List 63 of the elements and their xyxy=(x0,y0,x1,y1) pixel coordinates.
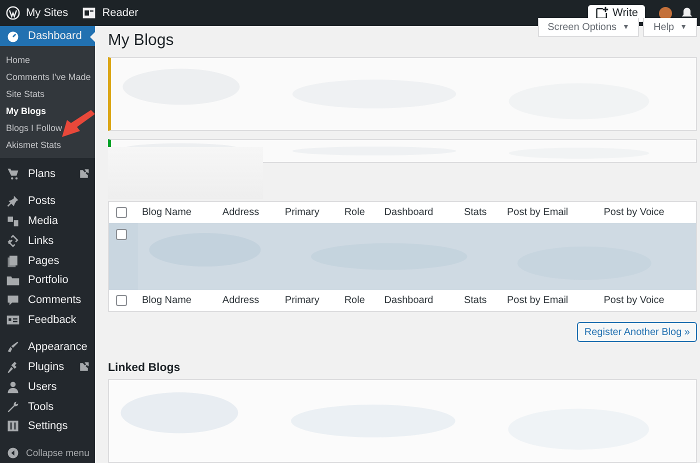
menu-icon xyxy=(6,340,20,354)
menu-icon xyxy=(6,380,20,394)
menu-item[interactable]: Users xyxy=(0,376,95,397)
select-all-checkbox[interactable] xyxy=(116,207,127,218)
column-header[interactable]: Blog Name xyxy=(138,290,218,312)
column-header[interactable]: Stats xyxy=(460,202,504,223)
menu-item[interactable]: Pages xyxy=(0,250,95,270)
menu-item[interactable]: Media xyxy=(0,210,95,231)
plus-square-icon xyxy=(594,6,609,20)
menu-icon xyxy=(6,419,20,434)
column-header[interactable]: Stats xyxy=(460,290,504,312)
wordpress-logo-icon xyxy=(6,6,20,20)
menu-item[interactable]: Comments xyxy=(0,290,95,310)
submenu-item[interactable]: My Blogs xyxy=(0,102,48,120)
menu-item[interactable]: Links xyxy=(0,230,95,251)
menu-icon xyxy=(6,234,20,248)
annotation-arrow xyxy=(60,110,96,138)
menu-item[interactable]: Plans xyxy=(0,164,95,184)
column-header[interactable]: Primary xyxy=(280,202,340,223)
menu-icon xyxy=(6,167,20,182)
menu-icon xyxy=(6,194,20,208)
menu-item[interactable]: Posts xyxy=(0,190,95,211)
column-header[interactable]: Post by Email xyxy=(503,290,600,312)
menu-icon xyxy=(6,313,20,328)
menu-icon xyxy=(6,214,20,228)
menu-icon xyxy=(6,254,20,268)
toolbar-link[interactable]: My Sites xyxy=(6,6,68,20)
submenu-item[interactable]: Home xyxy=(0,51,32,68)
menu-item[interactable]: Plugins xyxy=(0,356,95,377)
menu-item[interactable]: Tools xyxy=(0,396,95,416)
toolbar-link[interactable]: Reader xyxy=(82,6,138,20)
menu-icon xyxy=(6,29,20,44)
menu-item[interactable]: Dashboard xyxy=(0,26,95,46)
menu-icon xyxy=(6,293,20,308)
menu-item[interactable]: Settings xyxy=(0,416,95,436)
column-header[interactable]: Post by Voice xyxy=(600,202,696,223)
collapse-icon xyxy=(6,446,20,460)
column-header[interactable]: Role xyxy=(340,202,380,223)
column-header[interactable]: Dashboard xyxy=(380,202,460,223)
submenu-item[interactable]: Blogs I Follow xyxy=(0,119,64,136)
avatar[interactable] xyxy=(659,6,672,20)
column-header[interactable]: Post by Email xyxy=(503,202,600,223)
reader-icon xyxy=(82,6,96,20)
menu-item[interactable]: Portfolio xyxy=(0,270,95,290)
column-header[interactable]: Address xyxy=(218,290,281,312)
column-header[interactable]: Post by Voice xyxy=(600,290,696,312)
column-header[interactable]: Dashboard xyxy=(380,290,460,312)
submenu-item[interactable]: Site Stats xyxy=(0,85,47,102)
column-header[interactable]: Address xyxy=(218,202,281,223)
column-header[interactable]: Blog Name xyxy=(138,202,218,223)
select-all-checkbox[interactable] xyxy=(116,295,127,306)
column-header[interactable]: Role xyxy=(340,290,380,312)
column-header[interactable]: Primary xyxy=(280,290,340,312)
page-title: My Blogs xyxy=(108,32,175,50)
menu-icon xyxy=(6,400,20,414)
section-heading: Linked Blogs xyxy=(108,362,182,374)
submenu-item[interactable]: Comments I've Made xyxy=(0,68,93,86)
menu-item[interactable]: Appearance xyxy=(0,336,95,357)
submenu-item[interactable]: Akismet Stats xyxy=(0,136,64,154)
menu-item[interactable]: Feedback xyxy=(0,310,95,330)
register-blog-button[interactable]: Register Another Blog » xyxy=(577,322,697,342)
row-checkbox[interactable] xyxy=(116,229,127,240)
collapse-menu-button[interactable]: Collapse menu xyxy=(0,443,95,463)
